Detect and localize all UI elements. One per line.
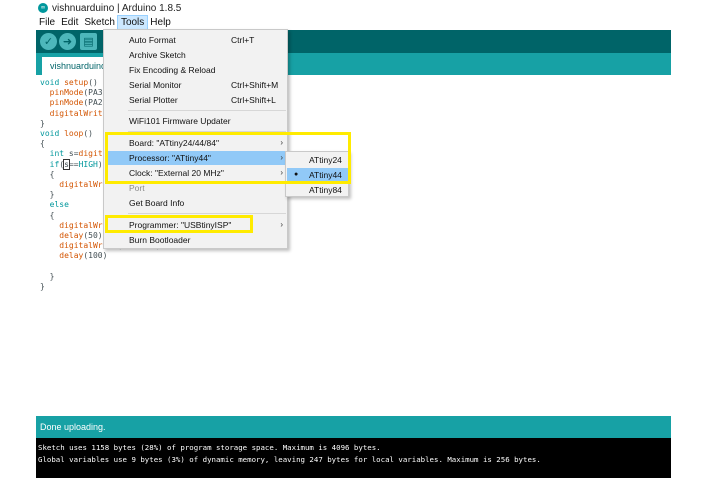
menu-item-port: Port	[105, 181, 287, 195]
arduino-logo-icon: ∞	[38, 3, 48, 13]
menu-help[interactable]: Help	[147, 16, 174, 30]
menu-item-fix-encoding[interactable]: Fix Encoding & Reload	[105, 63, 287, 77]
code-line: int s=digit	[49, 149, 103, 159]
menu-item-archive-sketch[interactable]: Archive Sketch	[105, 48, 287, 62]
submenu-item-label: ATtiny24	[309, 155, 342, 165]
menu-item-serial-plotter[interactable]: Serial Plotter Ctrl+Shift+L	[105, 93, 287, 107]
code-line: }	[40, 190, 55, 200]
code-line: void loop()	[40, 129, 93, 139]
menu-item-label: WiFi101 Firmware Updater	[129, 116, 231, 126]
menu-bar: File Edit Sketch Tools Help	[36, 15, 671, 31]
chevron-right-icon: ›	[280, 138, 283, 147]
console-line: Sketch uses 1158 bytes (28%) of program …	[38, 443, 381, 452]
code-line: digitalWrit	[49, 108, 103, 118]
menu-item-burn-bootloader[interactable]: Burn Bootloader	[105, 233, 287, 247]
radio-selected-icon: ●	[294, 171, 299, 178]
menu-item-wifi101-updater[interactable]: WiFi101 Firmware Updater	[105, 114, 287, 128]
menu-item-shortcut: Ctrl+Shift+L	[231, 95, 276, 105]
code-line: if(s==HIGH)	[49, 158, 103, 170]
menu-item-label: Archive Sketch	[129, 50, 186, 60]
console-line: Global variables use 9 bytes (3%) of dyn…	[38, 455, 541, 464]
processor-submenu: ATtiny24 ● ATtiny44 ATtiny84	[285, 151, 349, 197]
menu-file[interactable]: File	[36, 16, 58, 30]
menu-item-shortcut: Ctrl+Shift+M	[231, 80, 279, 90]
code-line: pinMode(PA2	[49, 98, 103, 108]
menu-item-board[interactable]: Board: "ATtiny24/44/84" ›	[105, 136, 287, 150]
menu-item-serial-monitor[interactable]: Serial Monitor Ctrl+Shift+M	[105, 78, 287, 92]
new-sketch-icon[interactable]: ▤	[80, 33, 97, 50]
code-line: digitalWr	[59, 180, 103, 190]
submenu-item-label: ATtiny84	[309, 185, 342, 195]
menu-item-auto-format[interactable]: Auto Format Ctrl+T	[105, 33, 287, 47]
code-line: {	[40, 169, 55, 179]
menu-item-label: Burn Bootloader	[129, 235, 191, 245]
output-console: Sketch uses 1158 bytes (28%) of program …	[36, 438, 671, 478]
menu-separator	[128, 131, 286, 132]
title-bar: ∞ vishnuarduino | Arduino 1.8.5	[36, 0, 671, 16]
menu-item-shortcut: Ctrl+T	[231, 35, 255, 45]
menu-item-processor[interactable]: Processor: "ATtiny44" ›	[105, 151, 287, 165]
window-title: vishnuarduino | Arduino 1.8.5	[52, 2, 182, 14]
menu-item-label: Board: "ATtiny24/44/84"	[129, 138, 219, 148]
menu-item-label: Port	[129, 183, 145, 193]
code-line: }	[40, 271, 55, 281]
code-line: delay(100)	[59, 251, 108, 261]
code-line: digitalWr	[59, 220, 103, 230]
menu-item-programmer[interactable]: Programmer: "USBtinyISP" ›	[105, 218, 287, 232]
menu-item-label: Serial Monitor	[129, 80, 182, 90]
code-line: void setup()	[40, 78, 98, 87]
code-line: }	[40, 118, 45, 128]
code-line: delay(50);	[59, 231, 108, 241]
submenu-item-attiny44[interactable]: ● ATtiny44	[287, 168, 349, 182]
menu-item-label: Clock: "External 20 MHz"	[129, 168, 224, 178]
upload-icon[interactable]: ➜	[59, 33, 76, 50]
menu-item-label: Fix Encoding & Reload	[129, 65, 216, 75]
menu-item-get-board-info[interactable]: Get Board Info	[105, 196, 287, 210]
submenu-item-attiny84[interactable]: ATtiny84	[287, 183, 349, 197]
chevron-right-icon: ›	[280, 153, 283, 162]
chevron-right-icon: ›	[280, 168, 283, 177]
verify-icon[interactable]: ✓	[40, 33, 57, 50]
menu-edit[interactable]: Edit	[58, 16, 81, 30]
code-line: {	[40, 210, 55, 220]
menu-item-label: Auto Format	[129, 35, 176, 45]
code-line: {	[40, 139, 45, 149]
code-line: else	[49, 200, 69, 210]
tools-menu: Auto Format Ctrl+T Archive Sketch Fix En…	[103, 29, 288, 249]
chevron-right-icon: ›	[280, 220, 283, 229]
menu-item-label: Processor: "ATtiny44"	[129, 153, 211, 163]
status-bar: Done uploading.	[36, 416, 671, 438]
submenu-item-label: ATtiny44	[309, 170, 342, 180]
menu-separator	[128, 213, 286, 214]
code-line: pinMode(PA3	[49, 88, 103, 98]
menu-item-clock[interactable]: Clock: "External 20 MHz" ›	[105, 166, 287, 180]
menu-item-label: Serial Plotter	[129, 95, 178, 105]
submenu-item-attiny24[interactable]: ATtiny24	[287, 153, 349, 167]
menu-tools[interactable]: Tools	[116, 15, 149, 31]
code-line: }	[40, 282, 45, 292]
menu-item-label: Programmer: "USBtinyISP"	[129, 220, 232, 230]
menu-separator	[128, 110, 286, 111]
menu-item-label: Get Board Info	[129, 198, 185, 208]
menu-sketch[interactable]: Sketch	[81, 16, 118, 30]
